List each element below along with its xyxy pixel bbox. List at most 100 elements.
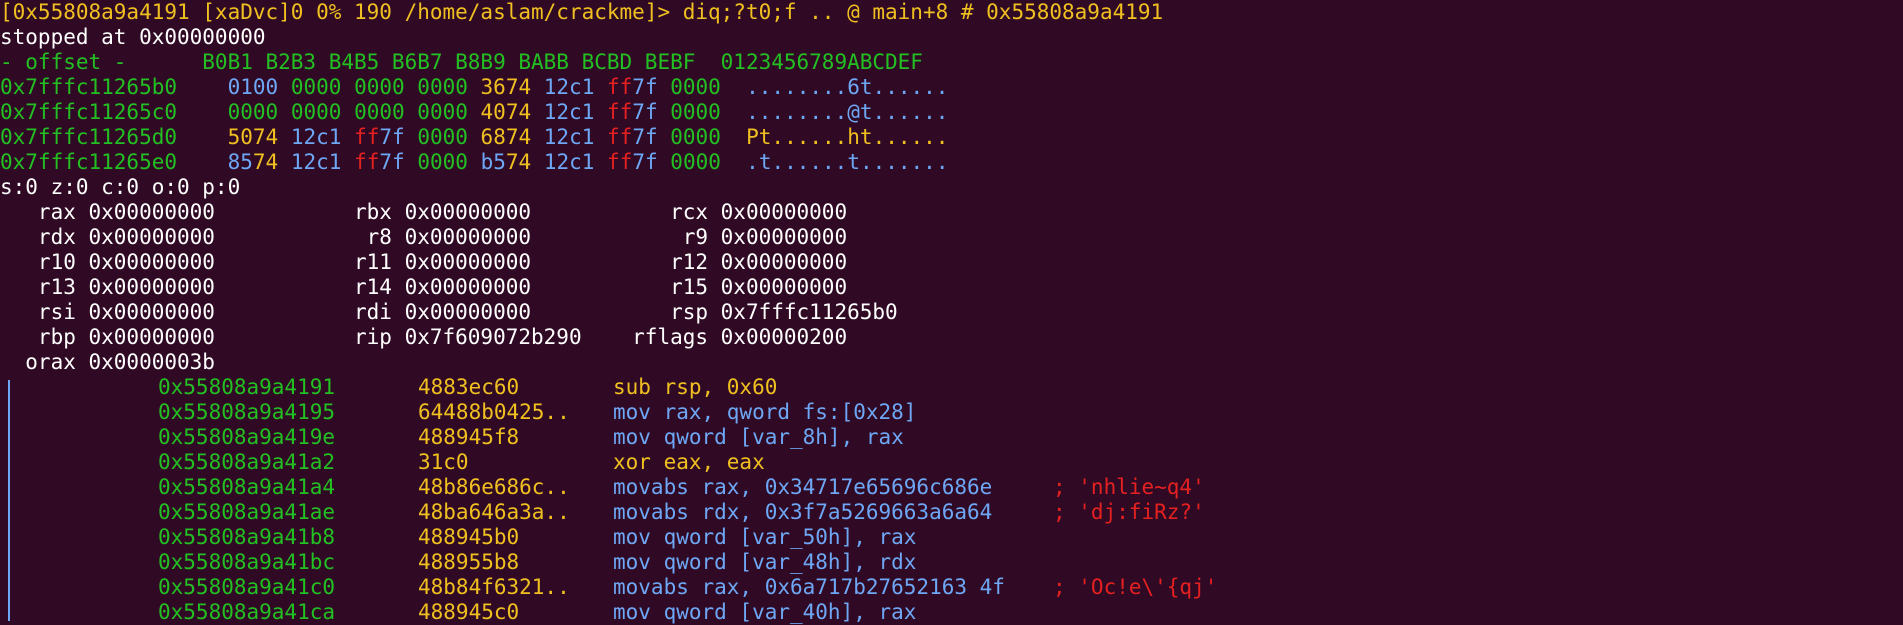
hex-word: 4074 (480, 100, 532, 124)
disasm-row[interactable]: 0x55808a9a41bc 488955b8 mov qword [var_48h… (0, 550, 1903, 575)
hex-word: ff (607, 100, 633, 124)
disasm-instruction: movabs rax, 0x6a717b27652163 4f (613, 575, 1005, 599)
hexdump-offset: 0x7fffc11265e0 (0, 150, 178, 174)
hex-word: 0000 (227, 100, 279, 124)
hex-word: 85 (227, 150, 253, 174)
register-row: rbp 0x00000000 rip 0x7f609072b290 rflags… (0, 325, 848, 349)
hexdump-ascii: .t......t....... (746, 150, 949, 174)
hex-word: ff (354, 125, 380, 149)
function-bracket (8, 380, 10, 621)
disasm-row[interactable]: 0x55808a9a41a4 48b86e686c.. movabs rax, 0x… (0, 475, 1903, 500)
hex-word: b5 (480, 150, 506, 174)
hex-word: 74 (252, 150, 279, 174)
hex-word: 0000 (417, 75, 468, 99)
hexdump-row: 0x7fffc11265c0 0000 0000 0000 0000 4074 … (0, 100, 1903, 125)
hex-word: ff (607, 75, 633, 99)
hex-word: 12c1 (543, 100, 595, 124)
status-line: stopped at 0x00000000 (0, 25, 266, 49)
hex-word: 7f (379, 150, 405, 174)
disasm-comment: ; 'nhlie~q4' (1053, 475, 1205, 499)
hexdump-header: - offset - B0B1 B2B3 B4B5 B6B7 B8B9 BABB… (0, 50, 923, 74)
disasm-address: 0x55808a9a419e (158, 425, 336, 449)
disasm-row[interactable]: 0x55808a9a41ae 48ba646a3a.. movabs rdx, 0x… (0, 500, 1903, 525)
disasm-bytes: 48b86e686c.. (418, 475, 570, 499)
hex-word: ff (354, 150, 380, 174)
register-row: orax 0x0000003b (0, 350, 215, 374)
hex-word: 74 (505, 150, 532, 174)
disasm-address: 0x55808a9a41bc (158, 550, 336, 574)
hex-word: 7f (632, 100, 658, 124)
disasm-address: 0x55808a9a41a4 (158, 475, 336, 499)
hexdump-offset: 0x7fffc11265d0 (0, 125, 178, 149)
disasm-instruction: sub rsp, 0x60 (613, 375, 778, 399)
disasm-row[interactable]: 0x55808a9a4191 4883ec60 sub rsp, 0x60 (0, 375, 1903, 400)
hex-word: 12c1 (290, 125, 342, 149)
disasm-instruction: mov qword [var_48h], rdx (613, 550, 917, 574)
hex-word: 7f (632, 150, 658, 174)
hexdump-row: 0x7fffc11265d0 5074 12c1 ff7f 0000 6874 … (0, 125, 1903, 150)
disasm-address: 0x55808a9a41ca (158, 600, 336, 624)
disasm-row[interactable]: 0x55808a9a41a2 31c0 xor eax, eax (0, 450, 1903, 475)
disasm-instruction: movabs rax, 0x34717e65696c686e (613, 475, 993, 499)
hex-word: 0100 (227, 75, 279, 99)
hex-word: 12c1 (290, 150, 342, 174)
disasm-comment: ; 'dj:fiRz?' (1053, 500, 1205, 524)
disasm-row[interactable]: 0x55808a9a41ca 488945c0 mov qword [var_40h… (0, 600, 1903, 625)
disasm-bytes: 488955b8 (418, 550, 520, 574)
disasm-bytes: 31c0 (418, 450, 469, 474)
disasm-row[interactable]: 0x55808a9a4195 64488b0425.. mov rax, qword… (0, 400, 1903, 425)
hexdump-ascii: ........6t...... (746, 75, 949, 99)
register-row: rdx 0x00000000 r8 0x00000000 r9 0x000000… (0, 225, 848, 249)
hex-word: ff (607, 150, 633, 174)
disasm-bytes: 488945b0 (418, 525, 520, 549)
hexdump-offset: 0x7fffc11265b0 (0, 75, 178, 99)
disasm-row[interactable]: 0x55808a9a419e 488945f8 mov qword [var_8h]… (0, 425, 1903, 450)
disasm-address: 0x55808a9a41a2 (158, 450, 336, 474)
register-panel: rax 0x00000000 rbx 0x00000000 rcx 0x0000… (0, 200, 1903, 375)
disasm-row[interactable]: 0x55808a9a41b8 488945b0 mov qword [var_50h… (0, 525, 1903, 550)
hex-word: 0000 (417, 100, 468, 124)
hex-word: 7f (379, 125, 405, 149)
disasm-address: 0x55808a9a41b8 (158, 525, 336, 549)
terminal-window: [0x55808a9a4191 [xaDvc]0 0% 190 /home/as… (0, 0, 1903, 624)
hex-word: 7f (632, 125, 658, 149)
disasm-address: 0x55808a9a41ae (158, 500, 336, 524)
disasm-address: 0x55808a9a4191 (158, 375, 336, 399)
hex-word: 12c1 (543, 125, 595, 149)
hex-word: 7f (632, 75, 658, 99)
hex-word: 0000 (290, 75, 342, 99)
hexdump-row: 0x7fffc11265e0 8574 12c1 ff7f 0000 b574 … (0, 150, 1903, 175)
cpu-flags: s:0 z:0 c:0 o:0 p:0 (0, 175, 241, 199)
hex-word: 0000 (417, 125, 468, 149)
hex-word: 0000 (354, 100, 405, 124)
hexdump-offset: 0x7fffc11265c0 (0, 100, 178, 124)
hex-word: 0000 (354, 75, 405, 99)
register-row: r10 0x00000000 r11 0x00000000 r12 0x0000… (0, 250, 848, 274)
hex-word: 6874 (480, 125, 532, 149)
disasm-address: 0x55808a9a4195 (158, 400, 336, 424)
hex-word: 0000 (670, 100, 721, 124)
disasm-row[interactable]: 0x55808a9a41c0 48b84f6321.. movabs rax, 0x… (0, 575, 1903, 600)
hex-word: 12c1 (543, 75, 595, 99)
disasm-bytes: 64488b0425.. (418, 400, 570, 424)
hex-word: 0000 (417, 150, 468, 174)
prompt-line[interactable]: [0x55808a9a4191 [xaDvc]0 0% 190 /home/as… (0, 0, 1903, 25)
hex-word: 0000 (290, 100, 342, 124)
disassembly-panel: 0x55808a9a4191 4883ec60 sub rsp, 0x60 0x55… (0, 375, 1903, 625)
hexdump-ascii: ........@t...... (746, 100, 949, 124)
disasm-bytes: 4883ec60 (418, 375, 520, 399)
hexdump-row: 0x7fffc11265b0 0100 0000 0000 0000 3674 … (0, 75, 1903, 100)
disasm-instruction: mov qword [var_50h], rax (613, 525, 917, 549)
register-row: r13 0x00000000 r14 0x00000000 r15 0x0000… (0, 275, 848, 299)
register-row: rsi 0x00000000 rdi 0x00000000 rsp 0x7fff… (0, 300, 898, 324)
disasm-instruction: mov rax, qword fs:[0x28] (613, 400, 917, 424)
hex-word: 0000 (670, 150, 721, 174)
disasm-comment: ; 'Oc!e\'{qj' (1053, 575, 1218, 599)
hex-word: 12c1 (543, 150, 595, 174)
disasm-bytes: 48ba646a3a.. (418, 500, 570, 524)
disasm-instruction: mov qword [var_40h], rax (613, 600, 917, 624)
disasm-instruction: movabs rdx, 0x3f7a5269663a6a64 (613, 500, 993, 524)
disasm-address: 0x55808a9a41c0 (158, 575, 336, 599)
hex-word: 5074 (227, 125, 279, 149)
hexdump-ascii: Pt......ht...... (746, 125, 949, 149)
